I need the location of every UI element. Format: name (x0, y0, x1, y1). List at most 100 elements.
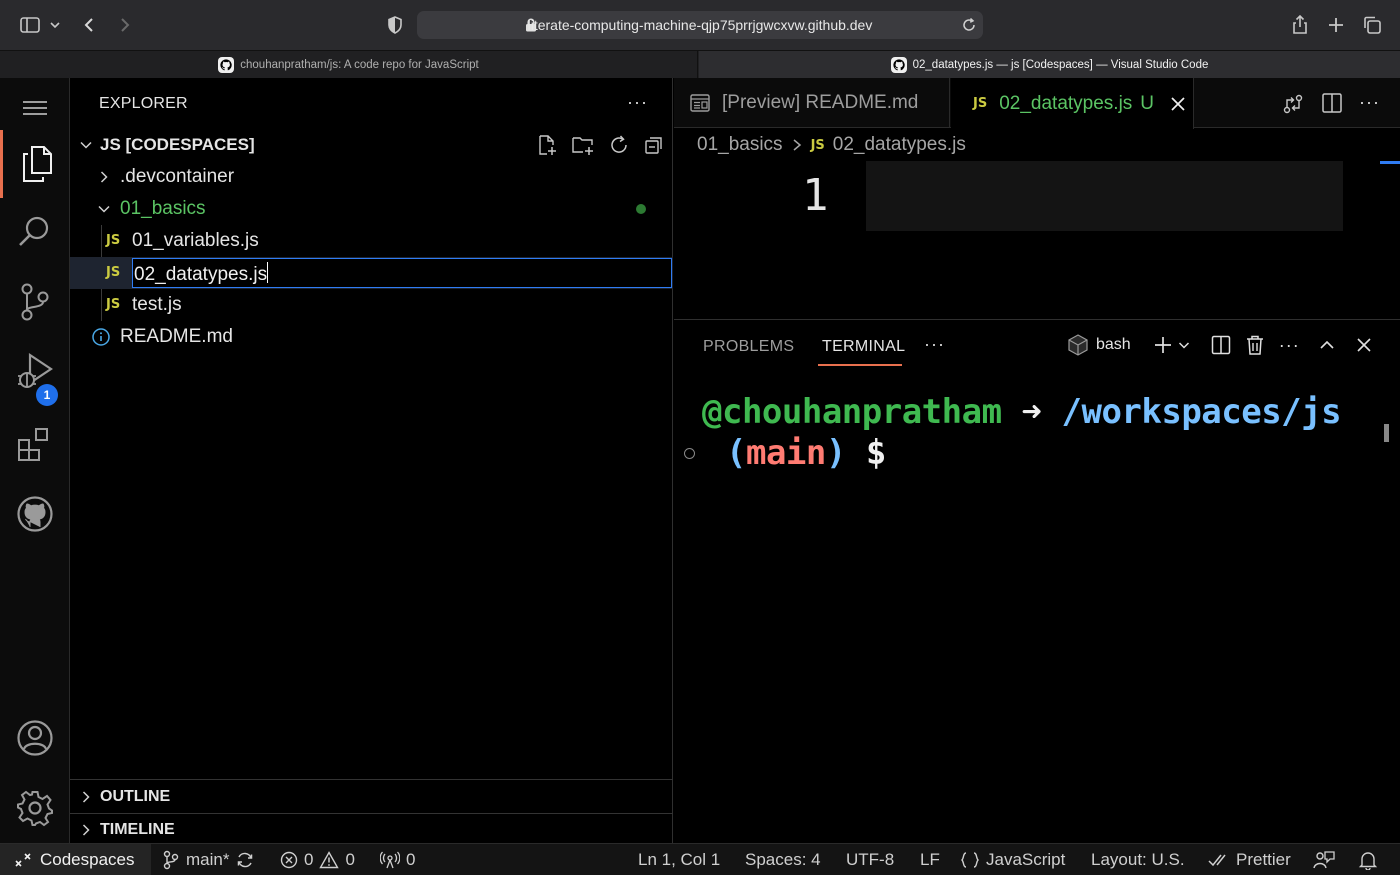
warning-icon (319, 851, 340, 869)
explorer-activity-button[interactable] (0, 130, 70, 198)
editor-more-actions-button[interactable]: ··· (1359, 92, 1380, 116)
keyboard-layout-status[interactable]: Layout: U.S. (1091, 850, 1185, 870)
tree-item-devcontainer[interactable]: .devcontainer (70, 161, 673, 193)
browser-tab-vscode[interactable]: 02_datatypes.js — js [Codespaces] — Visu… (699, 51, 1400, 78)
breadcrumb-separator-icon (793, 139, 801, 151)
editor-actions: ··· (1281, 92, 1380, 116)
maximize-panel-chevron-up-icon[interactable] (1318, 336, 1336, 354)
ports-status[interactable]: 0 (380, 850, 415, 870)
eol-status[interactable]: LF (920, 850, 940, 870)
terminal-more-actions-button[interactable]: ··· (1279, 335, 1300, 356)
chevron-down-icon[interactable] (46, 13, 70, 37)
breadcrumb-file[interactable]: 02_datatypes.js (833, 134, 966, 156)
tree-item-test[interactable]: JS test.js (70, 289, 673, 321)
refresh-explorer-icon[interactable] (608, 134, 630, 156)
github-activity-button[interactable] (0, 484, 70, 544)
menu-button[interactable] (0, 78, 70, 138)
terminal-user: @chouhanpratham (702, 392, 1002, 432)
kill-terminal-trash-icon[interactable] (1245, 334, 1265, 356)
address-bar[interactable]: literate-computing-machine-qjp75prrjgwcx… (417, 11, 983, 39)
chevron-down-icon (80, 141, 92, 149)
terminal-scrollbar[interactable] (1384, 424, 1389, 442)
panel-more-tabs-button[interactable]: ··· (924, 334, 945, 355)
forward-icon[interactable] (112, 13, 136, 37)
editor-tab-label: [Preview] README.md (722, 92, 919, 113)
double-check-icon (1208, 854, 1226, 867)
rename-input-value: 02_datatypes.js (134, 264, 268, 285)
language-mode-status[interactable]: JavaScript (960, 850, 1065, 870)
run-debug-activity-button[interactable] (0, 342, 70, 402)
info-icon (92, 328, 110, 346)
close-tab-icon[interactable] (1170, 96, 1186, 112)
sidebar-toggle-icon[interactable] (18, 13, 42, 37)
tab-problems[interactable]: PROBLEMS (703, 338, 794, 356)
indentation-status[interactable]: Spaces: 4 (745, 850, 821, 870)
breadcrumb-folder[interactable]: 01_basics (697, 134, 783, 156)
branch-label: main* (186, 850, 230, 869)
rename-input[interactable]: 02_datatypes.js (132, 258, 672, 288)
extensions-activity-button[interactable] (0, 414, 70, 474)
error-icon (280, 851, 298, 869)
tab-overview-icon[interactable] (1360, 13, 1384, 37)
terminal-path: /workspaces/js (1061, 392, 1342, 432)
new-folder-icon[interactable] (571, 134, 595, 156)
terminal-shell-name[interactable]: bash (1096, 336, 1131, 354)
reload-icon[interactable] (961, 17, 977, 33)
collapse-folders-icon[interactable] (643, 134, 665, 156)
browser-tab-strip: chouhanpratham/js: A code repo for JavaS… (0, 50, 1400, 78)
cursor-position-status[interactable]: Ln 1, Col 1 (638, 850, 720, 870)
new-tab-icon[interactable] (1324, 13, 1348, 37)
workspace-root-label: JS [CODESPACES] (100, 135, 255, 154)
terminal-prompt-line[interactable]: @chouhanpratham ➜ /workspaces/js (702, 392, 1342, 432)
active-tab-indicator (818, 364, 902, 366)
problems-status[interactable]: 0 0 (280, 850, 355, 870)
tree-item-01-variables[interactable]: JS 01_variables.js (70, 225, 673, 321)
terminal-branch-line[interactable]: (main) $ (726, 433, 886, 473)
explorer-title: EXPLORER (99, 95, 188, 112)
tab-terminal[interactable]: TERMINAL (822, 338, 905, 356)
tree-item-label: .devcontainer (120, 166, 235, 187)
notifications-bell-button[interactable] (1358, 850, 1378, 870)
breadcrumb: 01_basics JS 02_datatypes.js (697, 134, 966, 156)
remote-indicator-button[interactable]: Codespaces (0, 844, 151, 875)
sync-icon[interactable] (235, 851, 255, 869)
accounts-activity-button[interactable] (0, 708, 70, 768)
url-text: literate-computing-machine-qjp75prrjgwcx… (527, 17, 873, 33)
branch-status[interactable]: main* (162, 850, 255, 870)
terminal-shell-icon (1068, 334, 1088, 356)
settings-gear-button[interactable] (0, 778, 70, 838)
split-terminal-icon[interactable] (1211, 335, 1231, 355)
tree-item-01-basics[interactable]: 01_basics (70, 193, 673, 225)
modified-dot-icon (636, 204, 646, 214)
new-file-icon[interactable] (536, 134, 558, 156)
back-icon[interactable] (78, 13, 102, 37)
tree-item-readme[interactable]: README.md (70, 321, 673, 353)
editor-tab-readme-preview[interactable]: [Preview] README.md (674, 78, 950, 128)
split-editor-icon[interactable] (1321, 92, 1343, 116)
prettier-status[interactable]: Prettier (1208, 850, 1291, 870)
editor-tab-02-datatypes[interactable]: JS 02_datatypes.js U (951, 78, 1194, 129)
minimap-indicator[interactable] (1380, 161, 1400, 164)
new-terminal-icon[interactable] (1153, 335, 1173, 355)
search-activity-button[interactable] (0, 202, 70, 262)
command-decoration-icon[interactable] (684, 448, 695, 459)
outline-section-header[interactable]: OUTLINE (70, 781, 673, 813)
share-icon[interactable] (1288, 13, 1312, 37)
privacy-shield-icon[interactable] (383, 13, 407, 37)
tree-item-label: 01_basics (120, 198, 206, 219)
open-changes-icon[interactable] (1281, 92, 1305, 116)
tree-item-label: README.md (120, 326, 233, 347)
current-line-highlight[interactable] (866, 161, 1343, 231)
tree-item-02-datatypes[interactable]: JS 02_datatypes.js (70, 257, 673, 289)
browser-tab-repo[interactable]: chouhanpratham/js: A code repo for JavaS… (0, 51, 698, 78)
source-control-activity-button[interactable] (0, 272, 70, 332)
activity-bar: 1 (0, 78, 70, 843)
section-divider (70, 779, 673, 780)
tree-item-label: test.js (132, 294, 182, 315)
explorer-more-actions-button[interactable]: ··· (627, 92, 648, 113)
close-panel-icon[interactable] (1356, 337, 1372, 353)
terminal-dropdown-chevron-icon[interactable] (1177, 338, 1191, 352)
encoding-status[interactable]: UTF-8 (846, 850, 894, 870)
timeline-section-header[interactable]: TIMELINE (70, 813, 673, 845)
feedback-button[interactable] (1313, 850, 1335, 870)
